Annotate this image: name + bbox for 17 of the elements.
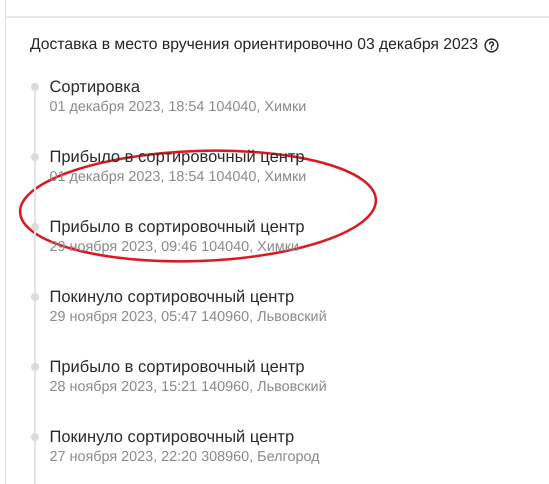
timeline-dot [30, 153, 38, 161]
event-title: Прибыло в сортировочный центр [50, 218, 305, 237]
event-title: Прибыло в сортировочный центр [50, 358, 306, 377]
event-title: Покинуло сортировочный центр [50, 288, 296, 307]
timeline-dot [30, 293, 38, 301]
timeline-dot [30, 433, 38, 441]
event-title: Покинуло сортировочный центр [50, 428, 296, 447]
event-details: 28 ноября 2023, 15:21 140960, Львовский [50, 379, 327, 395]
timeline-dot [30, 223, 38, 231]
event-title: Сортировка [50, 78, 142, 97]
timeline-dot [30, 363, 38, 371]
event-details: 27 ноября 2023, 22:20 308960, Белгород [50, 449, 320, 465]
help-icon[interactable] [484, 38, 500, 52]
event-details: 29 ноября 2023, 05:47 140960, Львовский [50, 309, 327, 325]
event-details: 01 декабря 2023, 18:54 104040, Химки [50, 99, 306, 115]
timeline-dot [30, 83, 38, 91]
delivery-estimate: Доставка в место вручения ориентировочно 03 декабря 2023 [30, 36, 478, 54]
